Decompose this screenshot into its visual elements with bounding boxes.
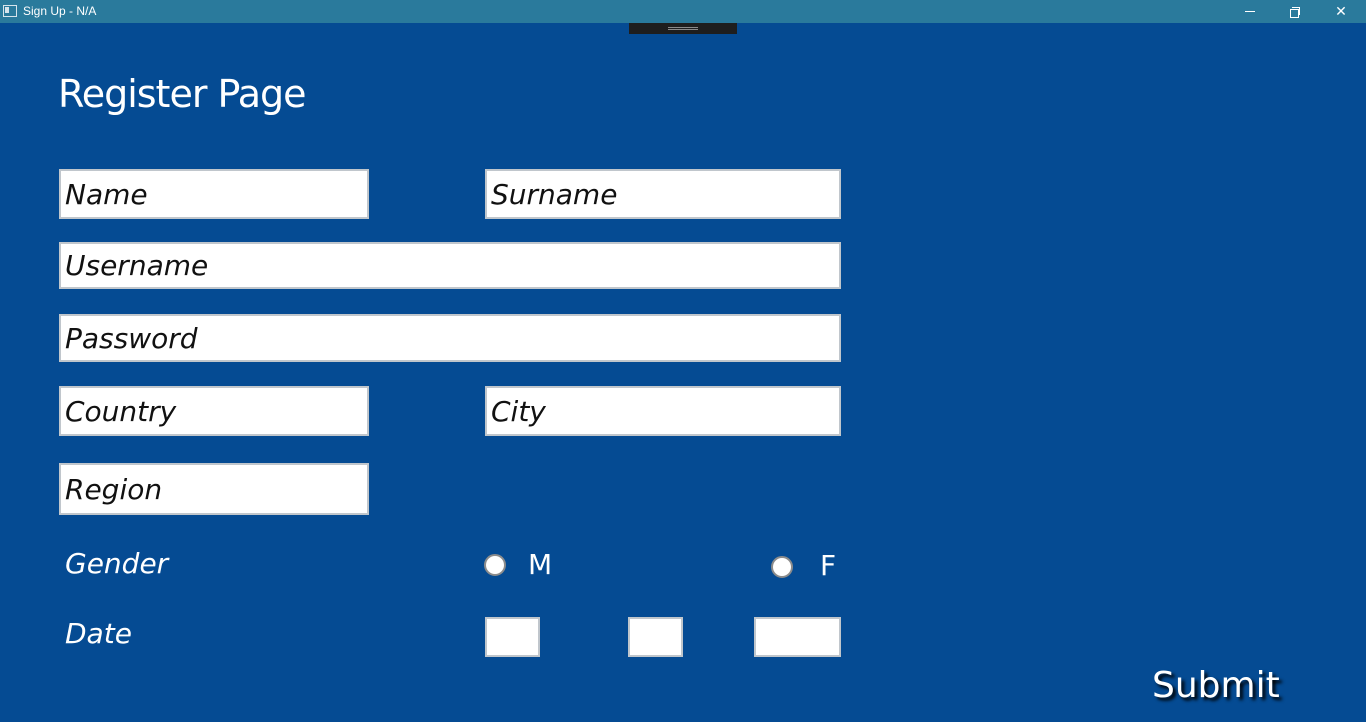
minimize-button[interactable] bbox=[1227, 0, 1273, 23]
date-label: Date bbox=[65, 617, 132, 650]
drag-handle[interactable] bbox=[629, 23, 737, 34]
password-field[interactable] bbox=[59, 314, 841, 362]
close-icon: ✕ bbox=[1335, 3, 1347, 20]
username-field[interactable] bbox=[59, 242, 841, 289]
surname-field[interactable] bbox=[485, 169, 841, 219]
region-field[interactable] bbox=[59, 463, 369, 515]
restore-icon bbox=[1290, 6, 1300, 18]
city-field[interactable] bbox=[485, 386, 841, 436]
gender-label: Gender bbox=[65, 547, 169, 580]
name-field[interactable] bbox=[59, 169, 369, 219]
gender-male-radio[interactable] bbox=[484, 554, 506, 576]
date-year-field[interactable] bbox=[754, 617, 841, 657]
gender-female-radio[interactable] bbox=[771, 556, 793, 578]
page-title: Register Page bbox=[58, 72, 307, 116]
window-title: Sign Up - N/A bbox=[23, 4, 97, 18]
minimize-icon bbox=[1245, 11, 1255, 12]
date-month-field[interactable] bbox=[628, 617, 683, 657]
title-bar[interactable]: Sign Up - N/A ✕ bbox=[0, 0, 1366, 23]
date-day-field[interactable] bbox=[485, 617, 540, 657]
app-window-icon bbox=[3, 5, 17, 17]
gender-male-label[interactable]: M bbox=[528, 548, 552, 581]
close-button[interactable]: ✕ bbox=[1318, 0, 1364, 23]
gender-female-label[interactable]: F bbox=[820, 549, 836, 582]
country-field[interactable] bbox=[59, 386, 369, 436]
restore-button[interactable] bbox=[1272, 0, 1318, 23]
submit-button[interactable]: Submit bbox=[1152, 660, 1282, 710]
